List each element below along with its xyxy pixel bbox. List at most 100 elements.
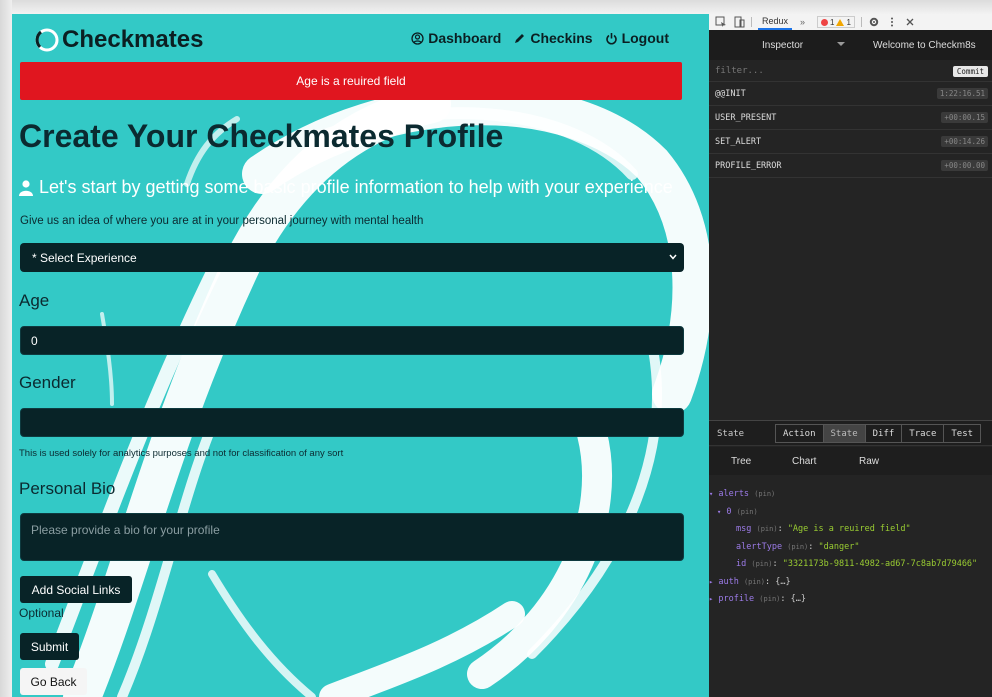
pin-label: (pin): [736, 507, 758, 516]
tree-node-alerttype[interactable]: alertType (pin): "danger": [709, 539, 992, 557]
tree-value: "3321173b-9811-4982-ad67-7c8ab7d79466": [782, 559, 978, 569]
nav-checkins[interactable]: Checkins: [513, 30, 593, 46]
state-tree: ▾ alerts (pin) ▾ 0 (pin) msg (pin): "Age…: [709, 486, 992, 609]
tab-trace[interactable]: Trace: [902, 425, 945, 442]
instance-select[interactable]: Welcome to Checkm8s: [873, 40, 976, 51]
experience-select[interactable]: * Select Experience: [20, 243, 684, 272]
action-row[interactable]: PROFILE_ERROR +00:00.00: [709, 154, 992, 178]
navbar: Checkmates Dashboard Checkins Logout: [12, 14, 709, 64]
gender-input[interactable]: [20, 408, 684, 437]
tree-value: "Age is a reuired field": [787, 524, 911, 534]
close-icon[interactable]: [904, 16, 916, 28]
pin-label: (pin): [787, 542, 809, 551]
inspector-header: Inspector Welcome to Checkm8s: [709, 30, 992, 60]
app-page: Checkmates Dashboard Checkins Logout Age…: [12, 14, 709, 697]
tab-test[interactable]: Test: [944, 425, 980, 442]
gender-note: This is used solely for analytics purpos…: [19, 448, 344, 459]
lead-label: Let's start by getting some basic profil…: [39, 177, 673, 197]
age-input[interactable]: 0: [20, 326, 684, 355]
tab-redux[interactable]: Redux: [758, 14, 793, 30]
action-filter-input[interactable]: filter... Commit: [709, 62, 992, 82]
more-options-icon[interactable]: [886, 16, 898, 28]
action-time: +00:14.26: [941, 136, 988, 147]
brand-name[interactable]: Checkmates: [62, 26, 203, 54]
issues-badge[interactable]: 1 1: [817, 16, 855, 28]
warning-icon: [836, 18, 845, 26]
gear-icon[interactable]: [868, 16, 880, 28]
pin-label: (pin): [751, 560, 773, 568]
tab-chart[interactable]: Chart: [792, 456, 816, 467]
tree-value: "danger": [818, 541, 860, 552]
devtools-toolbar: Redux » 1 1: [709, 14, 992, 30]
tree-node-profile[interactable]: ▸ profile (pin): {…}: [709, 591, 992, 609]
action-name: USER_PRESENT: [715, 112, 777, 123]
state-toolbar: State Action State Diff Trace Test: [709, 420, 992, 446]
submit-button[interactable]: Submit: [20, 633, 79, 660]
collapsed-arrow-icon: ▸: [709, 577, 714, 586]
pin-label: (pin): [756, 525, 778, 533]
add-social-links-button[interactable]: Add Social Links: [20, 576, 132, 603]
optional-label: Optional: [19, 606, 64, 620]
pin-label: (pin): [743, 577, 766, 586]
action-time: +00:00.00: [941, 160, 988, 171]
gender-label: Gender: [19, 373, 76, 392]
expanded-arrow-icon: ▾: [717, 507, 722, 516]
alert-danger: Age is a reuired field: [20, 62, 682, 100]
nav-dashboard[interactable]: Dashboard: [411, 30, 501, 46]
chevron-down-icon: [669, 254, 677, 260]
caret-down-icon: [837, 42, 845, 46]
devtools-panel: Redux » 1 1 Inspector Welcome to Checkm8…: [709, 14, 992, 697]
tree-key: id: [736, 559, 747, 569]
device-toolbar-icon[interactable]: [733, 16, 745, 28]
tree-key: 0: [726, 506, 732, 517]
tree-key: profile: [718, 594, 755, 604]
logo-icon[interactable]: [34, 27, 60, 53]
tree-node-msg[interactable]: msg (pin): "Age is a reuired field": [709, 521, 992, 539]
tree-node-id[interactable]: id (pin): "3321173b-9811-4982-ad67-7c8ab…: [709, 556, 992, 574]
pencil-icon: [515, 33, 525, 43]
tree-value: {…}: [790, 594, 806, 604]
age-input-value: 0: [31, 333, 38, 348]
action-name: @@INIT: [715, 88, 746, 99]
action-row[interactable]: SET_ALERT +00:14.26: [709, 130, 992, 154]
monitor-tabs: Action State Diff Trace Test: [775, 424, 982, 443]
power-icon: [605, 32, 617, 44]
lead-text: Let's start by getting some basic profil…: [19, 177, 673, 198]
action-name: SET_ALERT: [715, 136, 762, 147]
tab-raw[interactable]: Raw: [859, 456, 879, 467]
action-row[interactable]: USER_PRESENT +00:00.15: [709, 106, 992, 130]
tree-node-auth[interactable]: ▸ auth (pin): {…}: [709, 574, 992, 592]
tree-value: {…}: [775, 576, 791, 587]
tree-key: alerts: [718, 489, 750, 499]
tree-key: auth: [718, 576, 739, 587]
inspector-select[interactable]: Inspector: [762, 40, 803, 51]
pin-label: (pin): [754, 490, 776, 498]
view-tabs: Tree Chart Raw: [709, 447, 992, 475]
browser-frame: Checkmates Dashboard Checkins Logout Age…: [0, 0, 992, 697]
toolbar-separator: [751, 17, 752, 27]
nav-logout[interactable]: Logout: [605, 30, 669, 46]
more-tabs-button[interactable]: »: [800, 17, 805, 27]
warning-count: 1: [846, 17, 851, 27]
go-back-button[interactable]: Go Back: [20, 668, 87, 695]
collapsed-arrow-icon: ▸: [709, 595, 714, 603]
action-row[interactable]: @@INIT 1:22:16.51: [709, 82, 992, 106]
bio-textarea[interactable]: Please provide a bio for your profile: [20, 513, 684, 561]
tab-diff[interactable]: Diff: [866, 425, 903, 442]
commit-button[interactable]: Commit: [952, 66, 988, 77]
tree-node-alerts[interactable]: ▾ alerts (pin): [709, 486, 992, 504]
nav-dashboard-label: Dashboard: [428, 30, 502, 46]
error-count: 1: [830, 17, 835, 27]
window-shadow-left: [0, 0, 12, 697]
experience-hint: Give us an idea of where you are at in y…: [20, 215, 424, 227]
inspect-element-icon[interactable]: [715, 16, 727, 28]
tab-action[interactable]: Action: [776, 425, 824, 442]
tab-tree[interactable]: Tree: [731, 456, 751, 467]
pin-label: (pin): [759, 595, 781, 603]
nav-logout-label: Logout: [621, 30, 669, 46]
tree-key: msg: [736, 524, 752, 534]
age-label: Age: [19, 291, 50, 310]
tree-node-index[interactable]: ▾ 0 (pin): [709, 504, 992, 522]
tab-state[interactable]: State: [823, 425, 866, 442]
tree-key: alertType: [736, 541, 783, 552]
